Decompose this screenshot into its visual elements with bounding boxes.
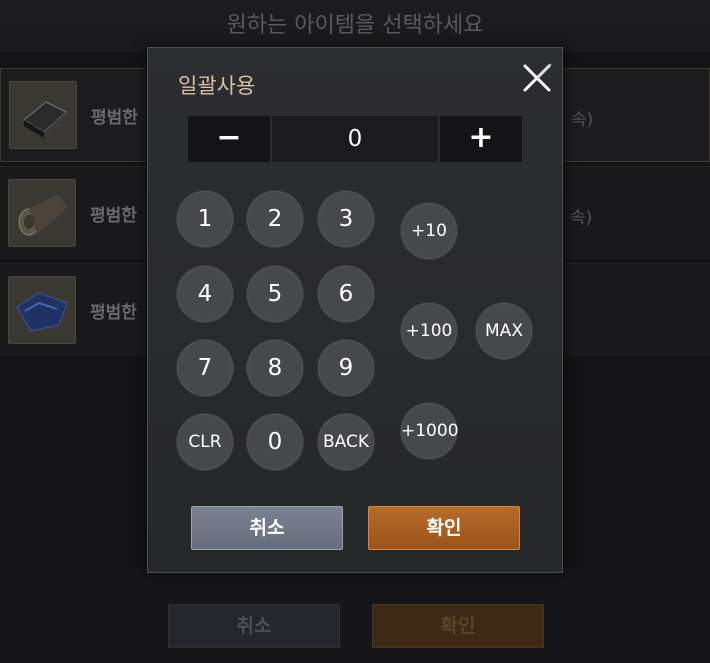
item-name: 평범한 — [90, 206, 137, 226]
quantity-value: 0 — [272, 116, 438, 162]
background-footer — [0, 568, 710, 663]
decrement-button[interactable]: − — [188, 116, 270, 162]
add-1000-key[interactable]: +1000 — [401, 403, 459, 459]
max-key[interactable]: MAX — [476, 303, 532, 359]
key-3[interactable]: 3 — [318, 191, 374, 247]
add-10-key[interactable]: +10 — [401, 203, 457, 259]
key-0[interactable]: 0 — [247, 414, 303, 470]
background-cancel-button[interactable]: 취소 — [168, 604, 340, 648]
key-8[interactable]: 8 — [247, 340, 303, 396]
key-7[interactable]: 7 — [177, 340, 233, 396]
key-9[interactable]: 9 — [318, 340, 374, 396]
background-title: 원하는 아이템을 선택하세요 — [0, 0, 710, 52]
key-4[interactable]: 4 — [177, 266, 233, 322]
item-name: 평범한 — [91, 108, 138, 128]
add-100-key[interactable]: +100 — [401, 303, 457, 359]
background-confirm-button[interactable]: 확인 — [372, 604, 544, 648]
bar-icon — [9, 81, 77, 149]
key-5[interactable]: 5 — [247, 266, 303, 322]
clear-key[interactable]: CLR — [177, 414, 233, 470]
log-icon — [8, 179, 76, 247]
key-6[interactable]: 6 — [318, 266, 374, 322]
close-icon[interactable] — [521, 62, 553, 94]
key-1[interactable]: 1 — [177, 191, 233, 247]
item-name: 평범한 — [90, 303, 137, 323]
cloth-icon — [8, 276, 76, 344]
backspace-key[interactable]: BACK — [318, 414, 374, 470]
confirm-button[interactable]: 확인 — [368, 506, 520, 550]
bulk-use-dialog: 일괄사용 − 0 + 1 2 3 4 5 6 7 8 9 CLR 0 BACK … — [147, 47, 563, 573]
increment-button[interactable]: + — [440, 116, 522, 162]
key-2[interactable]: 2 — [247, 191, 303, 247]
item-note: 속) — [571, 110, 594, 130]
dialog-title: 일괄사용 — [178, 74, 256, 98]
quantity-stepper: − 0 + — [188, 116, 522, 162]
cancel-button[interactable]: 취소 — [191, 506, 343, 550]
item-note: 속) — [570, 208, 593, 228]
